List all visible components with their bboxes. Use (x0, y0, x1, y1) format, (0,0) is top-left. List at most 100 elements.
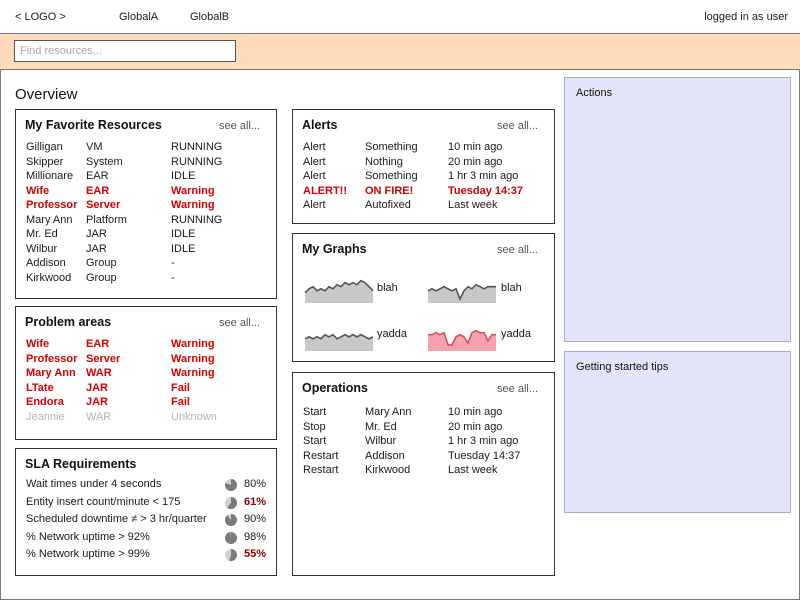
actions-title: Actions (576, 87, 613, 99)
operation-target: Wilbur (365, 435, 397, 447)
sparkline-area (305, 280, 373, 303)
resource-type: JAR (86, 381, 109, 394)
see-all-link[interactable]: see all... (497, 120, 538, 132)
tips-title: Getting started tips (576, 361, 669, 373)
alert-message: Autofixed (365, 199, 411, 211)
sparkline-graph[interactable] (427, 316, 497, 352)
resource-type: WAR (86, 410, 112, 423)
see-all-link[interactable]: see all... (219, 120, 260, 132)
search-input[interactable] (14, 40, 236, 62)
resource-status: Unknown (171, 410, 217, 423)
resource-type: JAR (86, 396, 109, 408)
operation-time: 20 min ago (448, 420, 503, 433)
resource-name: Professor (26, 352, 78, 365)
see-all-link[interactable]: see all... (497, 244, 538, 256)
alert-message: Nothing (365, 155, 403, 168)
resource-type: VM (86, 141, 103, 153)
alerts-panel: Alerts see all... Alert Something 10 min a… (292, 109, 555, 224)
resource-type: Platform (86, 213, 127, 226)
sla-value: 61% (244, 495, 267, 508)
pie-chart-icon (225, 479, 237, 491)
sla-label: Wait times under 4 seconds (26, 478, 162, 490)
sla-value: 90% (244, 513, 267, 525)
operation-action: Restart (303, 464, 339, 476)
sla-row[interactable]: Entity insert count/minute < 175 61% (26, 494, 276, 512)
operation-target: Mr. Ed (365, 420, 397, 433)
sla-label: Scheduled downtime ≠ > 3 hr/quarter (26, 513, 207, 525)
getting-started-tips-panel: Getting started tips (564, 351, 791, 513)
pie-chart-icon (225, 549, 237, 561)
resource-name: Kirkwood (26, 271, 72, 284)
operation-action: Start (303, 435, 327, 447)
operation-action: Start (303, 406, 327, 418)
resource-type: JAR (86, 242, 107, 255)
sparkline-graph[interactable] (427, 268, 497, 304)
resource-status: - (171, 271, 175, 284)
see-all-link[interactable]: see all... (219, 317, 260, 329)
resource-type: JAR (86, 228, 107, 240)
resource-status: - (171, 257, 175, 269)
resource-name: Mary Ann (26, 213, 73, 226)
resource-name: Gilligan (26, 141, 63, 153)
resource-status: IDLE (171, 228, 196, 240)
resource-status: Warning (171, 352, 215, 365)
actions-panel: Actions (564, 77, 791, 342)
graph-label: yadda (501, 328, 531, 340)
sla-value: 80% (244, 478, 267, 490)
resource-type: EAR (86, 170, 109, 182)
alert-kind: Alert (303, 155, 326, 168)
resource-status: RUNNING (171, 155, 223, 168)
alert-time: Last week (448, 199, 498, 211)
graph-label: blah (377, 282, 398, 294)
pie-fill (225, 531, 237, 544)
operation-target: Mary Ann (365, 406, 412, 418)
resource-status: IDLE (171, 242, 196, 255)
resource-name: Addison (26, 257, 66, 269)
sla-value: 55% (244, 548, 267, 560)
resource-name: Endora (26, 396, 64, 408)
resource-status: IDLE (171, 170, 196, 182)
resource-name: Mary Ann (26, 367, 76, 379)
panel-title: SLA Requirements (25, 457, 137, 471)
sla-row[interactable]: % Network uptime > 99% 55% (26, 546, 276, 564)
nav-link-globalb[interactable]: GlobalB (190, 11, 229, 23)
pie-chart-icon (225, 514, 237, 526)
resource-name: Millionare (26, 170, 74, 182)
operations-panel: Operations see all... Start Mary Ann 10 mi… (292, 372, 555, 576)
operation-time: Last week (448, 464, 498, 476)
resource-status: Warning (171, 367, 215, 379)
sparkline-graph[interactable] (304, 268, 374, 304)
operation-action: Restart (303, 449, 339, 462)
alert-kind: Alert (303, 170, 326, 182)
search-bar (0, 34, 800, 70)
see-all-link[interactable]: see all... (497, 383, 538, 395)
page-title: Overview (15, 86, 78, 103)
panel-title: My Favorite Resources (25, 118, 162, 132)
sla-row[interactable]: % Network uptime > 92% 98% (26, 529, 276, 547)
sparkline-graph[interactable] (304, 316, 374, 352)
resource-type: Server (86, 199, 121, 211)
operation-target: Kirkwood (365, 464, 411, 476)
resource-name: Mr. Ed (26, 228, 58, 240)
alert-time: 20 min ago (448, 155, 503, 168)
sla-label: Entity insert count/minute < 175 (26, 495, 181, 508)
sla-list: Wait times under 4 seconds 80% Entity inse… (26, 476, 276, 564)
sla-requirements-panel: SLA Requirements Wait times under 4 seco… (15, 448, 277, 576)
logo[interactable]: < LOGO > (15, 11, 66, 23)
resource-status: Warning (171, 199, 215, 211)
resource-name: Skipper (26, 155, 64, 168)
sla-row[interactable]: Scheduled downtime ≠ > 3 hr/quarter 90% (26, 511, 276, 529)
resource-status: Fail (171, 396, 190, 408)
nav-link-globala[interactable]: GlobalA (119, 11, 158, 23)
user-status[interactable]: logged in as user (704, 11, 788, 23)
panel-title: My Graphs (302, 242, 367, 256)
sla-row[interactable]: Wait times under 4 seconds 80% (26, 476, 276, 494)
operation-target: Addison (365, 449, 405, 462)
resource-status: RUNNING (171, 141, 223, 153)
alert-message: ON FIRE! (365, 184, 414, 197)
problem-areas-panel: Problem areas see all... Wife EAR Warning P… (15, 306, 277, 440)
resource-name: Jeannie (26, 410, 65, 423)
resource-type: Group (86, 271, 117, 284)
sla-label: % Network uptime > 92% (26, 530, 150, 543)
resource-type: EAR (86, 184, 110, 197)
